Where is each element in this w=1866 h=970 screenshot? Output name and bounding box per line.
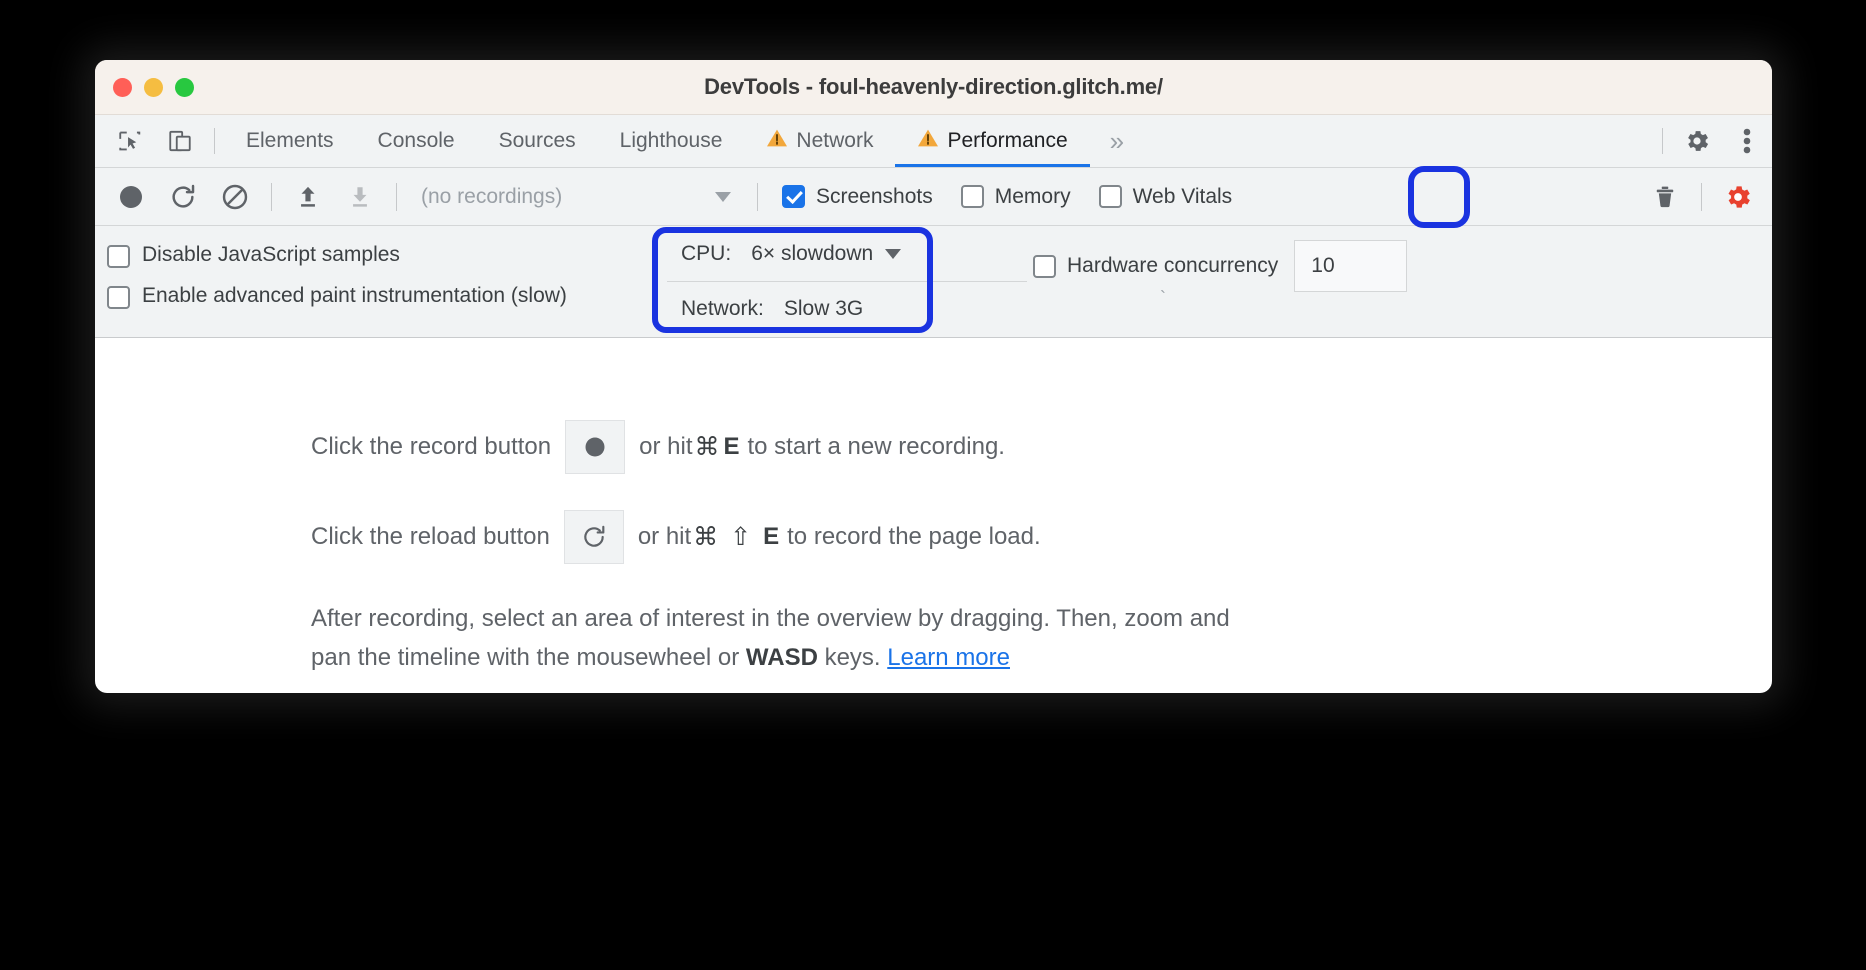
reload-and-record-button[interactable] xyxy=(157,168,209,226)
traffic-lights xyxy=(113,60,194,115)
checkbox-memory[interactable]: Memory xyxy=(947,185,1085,209)
devtools-tabbar: Elements Console Sources Lighthouse Netw… xyxy=(95,115,1772,168)
checkbox-box[interactable] xyxy=(107,245,130,268)
toolbar-right-actions xyxy=(1639,168,1772,226)
save-profile-button[interactable] xyxy=(334,168,386,226)
hardware-concurrency-group: Hardware concurrency 10 xyxy=(1027,226,1772,337)
reload-instruction-suffix: to record the page load. xyxy=(787,523,1041,550)
toolbar-divider xyxy=(271,182,272,211)
tab-elements[interactable]: Elements xyxy=(224,115,356,167)
record-button[interactable] xyxy=(105,168,157,226)
tab-network[interactable]: Network xyxy=(744,115,895,167)
checkbox-label: Memory xyxy=(994,184,1071,208)
tab-console[interactable]: Console xyxy=(356,115,477,167)
chevron-down-icon xyxy=(715,191,731,202)
record-instruction-suffix: to start a new recording. xyxy=(747,433,1005,460)
tab-performance[interactable]: Performance xyxy=(895,115,1089,167)
reload-instruction: Click the reload button or hit ⌘ ⇧ E to … xyxy=(311,510,1772,564)
more-options-kebab-icon[interactable] xyxy=(1722,115,1772,167)
cpu-throttling-dropdown[interactable]: CPU: 6× slowdown xyxy=(667,227,1027,282)
recordings-dropdown-value: (no recordings) xyxy=(421,184,563,208)
screenshot-root: DevTools - foul-heavenly-direction.glitc… xyxy=(0,0,1866,970)
cpu-throttling-label: CPU: xyxy=(681,241,732,265)
checkbox-label: Disable JavaScript samples xyxy=(142,243,400,266)
clear-button[interactable] xyxy=(209,168,261,226)
hardware-concurrency-row: Hardware concurrency 10 xyxy=(1027,240,1408,292)
devtools-window: DevTools - foul-heavenly-direction.glitc… xyxy=(95,60,1772,693)
window-titlebar: DevTools - foul-heavenly-direction.glitc… xyxy=(95,60,1772,115)
capture-settings-checkbox-group: Disable JavaScript samples Enable advanc… xyxy=(107,226,667,337)
tab-sources[interactable]: Sources xyxy=(477,115,598,167)
inspect-element-icon[interactable] xyxy=(105,115,155,167)
reload-instruction-prefix: Click the reload button xyxy=(311,523,550,550)
checkbox-label: Hardware concurrency xyxy=(1067,254,1279,277)
e-key-glyph: E xyxy=(763,523,780,550)
checkbox-screenshots[interactable]: Screenshots xyxy=(768,185,947,209)
recordings-dropdown[interactable]: (no recordings) xyxy=(407,168,747,226)
checkbox-box[interactable] xyxy=(782,185,805,208)
checkbox-box[interactable] xyxy=(1033,254,1056,278)
checkbox-box[interactable] xyxy=(960,185,984,208)
paragraph-part-2: keys. xyxy=(817,643,888,671)
trash-icon[interactable] xyxy=(1639,168,1691,226)
shift-key-glyph: ⇧ xyxy=(730,523,752,551)
cmd-key-glyph: ⌘ xyxy=(693,523,719,551)
tab-label: Lighthouse xyxy=(619,129,723,152)
checkbox-label: Web Vitals xyxy=(1132,184,1233,208)
more-tabs-overflow-icon[interactable]: » xyxy=(1090,115,1144,167)
checkbox-label: Enable advanced paint instrumentation (s… xyxy=(142,283,567,307)
wasd-keys-label: WASD xyxy=(745,643,818,671)
capture-settings-button[interactable] xyxy=(1712,168,1764,226)
checkbox-box[interactable] xyxy=(1098,185,1122,208)
tab-label: Console xyxy=(377,129,455,152)
close-window-button[interactable] xyxy=(113,78,132,97)
record-instruction-mid: or hit xyxy=(639,433,693,460)
tabbar-right-divider xyxy=(1662,128,1663,154)
checkbox-hardware-concurrency[interactable]: Hardware concurrency xyxy=(1027,240,1296,292)
tabbar-right-actions xyxy=(1653,115,1772,167)
checkbox-label: Screenshots xyxy=(816,184,933,208)
reload-button-illustration[interactable] xyxy=(563,510,624,564)
network-throttling-label: Network: xyxy=(681,297,764,320)
network-throttling-value: Slow 3G xyxy=(783,297,864,320)
checkbox-advanced-paint-instrumentation[interactable]: Enable advanced paint instrumentation (s… xyxy=(107,279,667,314)
toolbar-divider-4 xyxy=(1701,182,1702,211)
record-instruction: Click the record button or hit ⌘ E to st… xyxy=(311,420,1772,474)
tabbar-divider xyxy=(214,128,215,154)
checkbox-disable-js-samples[interactable]: Disable JavaScript samples xyxy=(107,238,667,273)
capture-settings-pane: Disable JavaScript samples Enable advanc… xyxy=(95,226,1772,338)
reload-instruction-mid: or hit xyxy=(637,523,692,550)
cmd-key-glyph: ⌘ xyxy=(694,433,720,461)
maximize-window-button[interactable] xyxy=(175,78,194,97)
tab-label: Sources xyxy=(498,129,576,152)
load-profile-button[interactable] xyxy=(282,168,334,226)
device-toolbar-icon[interactable] xyxy=(155,115,205,167)
tab-lighthouse[interactable]: Lighthouse xyxy=(598,115,745,167)
tab-label: Elements xyxy=(246,129,334,152)
throttling-group: CPU: 6× slowdown Network: Slow 3G xyxy=(667,226,1027,337)
checkbox-web-vitals[interactable]: Web Vitals xyxy=(1085,185,1247,209)
warning-triangle-icon xyxy=(917,128,939,154)
network-throttling-dropdown[interactable]: Network: Slow 3G xyxy=(667,282,1027,337)
tab-label: Network xyxy=(796,129,874,152)
record-instruction-prefix: Click the record button xyxy=(311,433,552,460)
e-key-glyph: E xyxy=(723,433,740,460)
record-button-illustration[interactable] xyxy=(565,420,626,474)
minimize-window-button[interactable] xyxy=(144,78,163,97)
learn-more-link[interactable]: Learn more xyxy=(887,644,1010,671)
toolbar-divider-3 xyxy=(757,182,758,211)
toolbar-divider-2 xyxy=(396,182,397,211)
checkbox-box[interactable] xyxy=(107,285,130,309)
stray-caret-mark: ` xyxy=(1160,288,1166,308)
tab-label: Performance xyxy=(947,129,1068,152)
warning-triangle-icon xyxy=(766,128,788,154)
window-title: DevTools - foul-heavenly-direction.glitc… xyxy=(704,74,1163,99)
cpu-throttling-value: 6× slowdown xyxy=(751,241,874,265)
chevron-down-icon xyxy=(885,248,902,259)
hardware-concurrency-input[interactable]: 10 xyxy=(1295,240,1408,292)
settings-gear-icon[interactable] xyxy=(1672,115,1722,167)
performance-toolbar: (no recordings) Screenshots Memory Web V… xyxy=(95,168,1772,226)
performance-landing-page: Click the record button or hit ⌘ E to st… xyxy=(95,338,1772,678)
timeline-help-paragraph: After recording, select an area of inter… xyxy=(311,600,1271,678)
